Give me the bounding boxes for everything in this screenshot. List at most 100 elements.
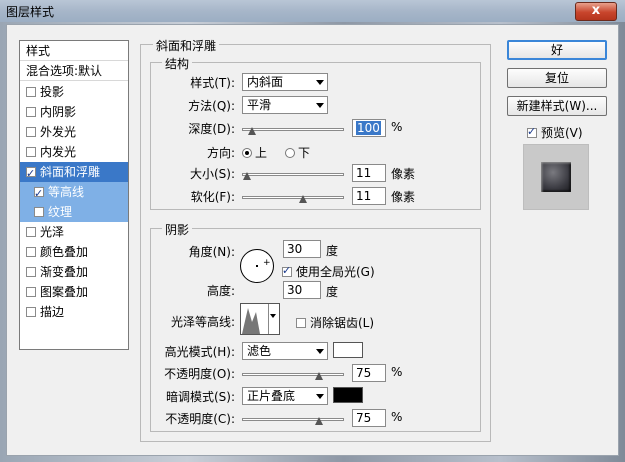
checkbox-checked-icon[interactable] (282, 264, 292, 277)
checkbox-icon[interactable] (26, 87, 36, 97)
slider-track[interactable] (242, 196, 344, 199)
style-item-label: 渐变叠加 (40, 265, 89, 279)
shadow-mode-dropdown[interactable]: 正片叠底 (242, 387, 328, 405)
layer-style-dialog: 图层样式 x 样式 混合选项:默认 投影 内阴影 外发光 内发光 斜面和浮雕 等… (0, 0, 625, 462)
gloss-contour-picker[interactable] (240, 303, 280, 335)
shadow-opacity-slider[interactable] (242, 414, 344, 425)
highlight-mode-value: 滤色 (247, 344, 272, 358)
checkbox-icon[interactable] (26, 107, 36, 117)
style-item-inner-glow[interactable]: 内发光 (20, 142, 128, 162)
highlight-opacity-input[interactable]: 75 (352, 364, 386, 382)
close-button[interactable]: x (575, 2, 617, 21)
style-item-gradient-overlay[interactable]: 渐变叠加 (20, 262, 128, 282)
preview-swatch (541, 162, 571, 192)
checkbox-checked-icon[interactable] (34, 184, 44, 204)
checkbox-icon[interactable] (26, 127, 36, 137)
highlight-color-swatch[interactable] (333, 342, 363, 358)
depth-input[interactable]: 100 (352, 119, 386, 137)
new-style-button[interactable]: 新建样式(W)... (507, 96, 607, 116)
slider-thumb[interactable] (314, 372, 323, 380)
style-item-color-overlay[interactable]: 颜色叠加 (20, 242, 128, 262)
slider-thumb[interactable] (299, 195, 308, 203)
blend-options-item[interactable]: 混合选项:默认 (20, 61, 128, 81)
radio-selected-icon[interactable] (242, 148, 252, 158)
depth-slider[interactable] (242, 124, 344, 135)
checkbox-icon[interactable] (34, 207, 44, 217)
style-dropdown[interactable]: 内斜面 (242, 73, 328, 91)
highlight-opacity-slider[interactable] (242, 369, 344, 380)
soften-value: 11 (356, 189, 372, 203)
size-input[interactable]: 11 (352, 164, 386, 182)
shadow-opacity-label: 不透明度(C): (165, 412, 235, 426)
style-item-drop-shadow[interactable]: 投影 (20, 82, 128, 102)
ok-button[interactable]: 好 (507, 40, 607, 60)
angle-input[interactable]: 30 (283, 240, 321, 258)
preview-option[interactable]: 预览(V) (527, 124, 583, 141)
style-item-inner-shadow[interactable]: 内阴影 (20, 102, 128, 122)
contour-dropdown-toggle[interactable] (268, 304, 278, 334)
direction-up-option[interactable]: 上 (242, 144, 267, 161)
size-value: 11 (356, 166, 372, 180)
checkbox-checked-icon[interactable] (527, 125, 537, 138)
slider-track[interactable] (242, 418, 344, 421)
highlight-opacity-value: 75 (356, 366, 372, 380)
checkbox-icon[interactable] (26, 147, 36, 157)
size-unit: 像素 (391, 167, 416, 181)
soften-label: 软化(F): (190, 190, 235, 204)
shadow-color-swatch[interactable] (333, 387, 363, 403)
style-item-label: 内阴影 (40, 105, 77, 119)
bevel-emboss-title: 斜面和浮雕 (153, 37, 220, 54)
contour-curve-icon (242, 308, 260, 334)
checkbox-icon[interactable] (26, 247, 36, 257)
depth-value: 100 (356, 121, 381, 135)
style-item-pattern-overlay[interactable]: 图案叠加 (20, 282, 128, 302)
reset-button[interactable]: 复位 (507, 68, 607, 88)
style-item-contour[interactable]: 等高线 (20, 182, 128, 204)
checkbox-icon[interactable] (296, 318, 306, 328)
shadow-opacity-input[interactable]: 75 (352, 409, 386, 427)
direction-label: 方向: (206, 146, 235, 160)
soften-input[interactable]: 11 (352, 187, 386, 205)
style-item-bevel-emboss[interactable]: 斜面和浮雕 (20, 162, 128, 184)
angle-dial[interactable]: + (240, 249, 274, 283)
checkbox-icon[interactable] (26, 227, 36, 237)
slider-track[interactable] (242, 173, 344, 176)
global-light-option[interactable]: 使用全局光(G) (282, 263, 375, 280)
slider-track[interactable] (242, 128, 344, 131)
anti-alias-option[interactable]: 消除锯齿(L) (296, 314, 374, 331)
slider-thumb[interactable] (248, 127, 257, 135)
styles-list: 样式 混合选项:默认 投影 内阴影 外发光 内发光 斜面和浮雕 等高线 纹理 光… (19, 40, 129, 350)
slider-track[interactable] (242, 373, 344, 376)
style-item-label: 图案叠加 (40, 285, 89, 299)
checkbox-icon[interactable] (26, 267, 36, 277)
technique-dropdown[interactable]: 平滑 (242, 96, 328, 114)
highlight-opacity-label: 不透明度(O): (164, 367, 235, 381)
direction-down-option[interactable]: 下 (285, 144, 310, 161)
styles-header[interactable]: 样式 (20, 41, 128, 61)
checkbox-checked-icon[interactable] (26, 164, 36, 184)
shadow-mode-label: 暗调模式(S): (165, 390, 235, 404)
style-item-stroke[interactable]: 描边 (20, 302, 128, 322)
radio-icon[interactable] (285, 148, 295, 158)
checkbox-icon[interactable] (26, 287, 36, 297)
soften-slider[interactable] (242, 192, 344, 203)
checkbox-icon[interactable] (26, 307, 36, 317)
highlight-mode-dropdown[interactable]: 滤色 (242, 342, 328, 360)
angle-center-dot (256, 265, 258, 267)
close-icon: x (591, 3, 601, 18)
style-item-outer-glow[interactable]: 外发光 (20, 122, 128, 142)
style-item-label: 光泽 (40, 225, 65, 239)
title-bar[interactable]: 图层样式 x (0, 0, 625, 22)
altitude-value: 30 (287, 283, 303, 297)
chevron-down-icon (316, 349, 324, 354)
style-item-label: 内发光 (40, 145, 77, 159)
style-item-texture[interactable]: 纹理 (20, 202, 128, 222)
slider-thumb[interactable] (243, 172, 252, 180)
style-item-satin[interactable]: 光泽 (20, 222, 128, 242)
altitude-input[interactable]: 30 (283, 281, 321, 299)
chevron-down-icon (316, 394, 324, 399)
size-slider[interactable] (242, 169, 344, 180)
style-item-label: 等高线 (48, 185, 85, 199)
slider-thumb[interactable] (314, 417, 323, 425)
chevron-down-icon (270, 314, 276, 318)
